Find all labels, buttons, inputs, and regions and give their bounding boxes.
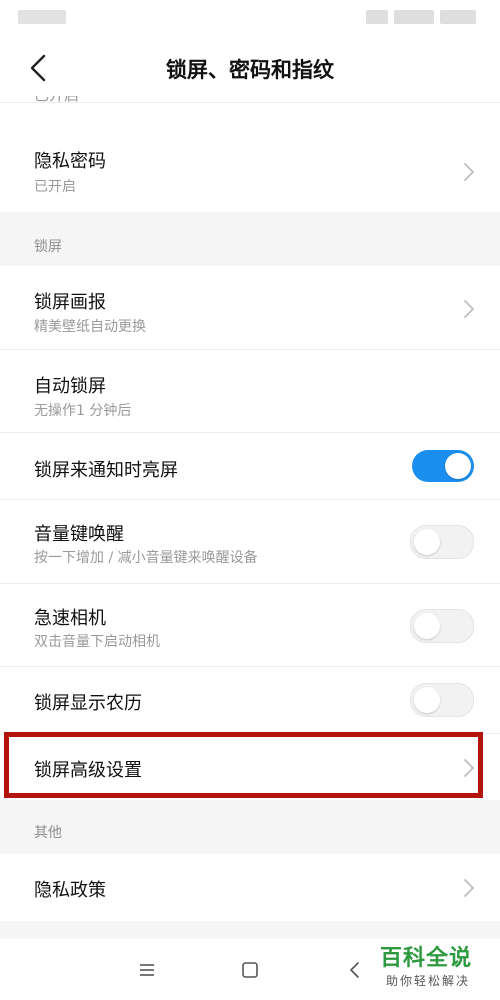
row-title: 隐私密码 [34,151,106,172]
row-privacy-policy[interactable]: 隐私政策 [0,854,500,921]
section-label: 其他 [34,825,62,841]
home-icon [242,962,258,978]
row-privacy-password[interactable]: 隐私密码 已开启 [0,103,500,212]
row-subtitle: 已开启 [34,179,76,195]
chevron-right-icon [462,298,476,320]
back-nav-button[interactable] [342,957,368,983]
row-title: 隐私政策 [34,880,106,901]
chevron-right-icon [462,877,476,899]
row-title: 急速相机 [34,608,106,629]
bottom-spacer [0,921,500,939]
back-icon [350,962,359,978]
status-bar [0,0,500,32]
highlight-annotation-box [4,732,483,798]
title-bar: 锁屏、密码和指纹 [0,32,500,102]
home-nav-button[interactable] [237,957,263,983]
row-title: 锁屏画报 [34,292,106,313]
wake-on-notification-toggle[interactable] [412,450,474,482]
menu-icon [140,964,154,976]
row-volume-key-wake[interactable]: 音量键唤醒 按一下增加 / 减小音量键来唤醒设备 [0,500,500,583]
row-quick-camera[interactable]: 急速相机 双击音量下启动相机 [0,584,500,666]
row-auto-lock[interactable]: 自动锁屏 无操作1 分钟后 [0,350,500,432]
menu-nav-button[interactable] [134,957,160,983]
watermark-main-text: 百科全说 [380,946,473,971]
row-title: 自动锁屏 [34,376,106,397]
page-title: 锁屏、密码和指纹 [166,58,334,82]
section-header-other: 其他 [0,800,500,854]
volume-key-wake-toggle[interactable] [410,525,474,559]
section-label: 锁屏 [34,239,62,255]
watermark-logo: 百科全说 助你轻松解决 [376,940,494,996]
watermark-sub-text: 助你轻松解决 [386,974,471,988]
row-lunar-calendar[interactable]: 锁屏显示农历 [0,667,500,733]
status-bar-left [18,10,66,24]
row-subtitle: 无操作1 分钟后 [34,403,132,419]
lunar-calendar-toggle[interactable] [410,683,474,717]
row-title: 音量键唤醒 [34,524,124,545]
chevron-right-icon [462,161,476,183]
row-subtitle: 双击音量下启动相机 [34,634,160,650]
section-header-lockscreen: 锁屏 [0,212,500,266]
row-title: 锁屏来通知时亮屏 [34,460,178,481]
quick-camera-toggle[interactable] [410,609,474,643]
status-bar-right [366,10,476,24]
row-lockscreen-wallpaper[interactable]: 锁屏画报 精美壁纸自动更换 [0,266,500,349]
row-subtitle: 按一下增加 / 减小音量键来唤醒设备 [34,550,258,566]
row-title: 锁屏显示农历 [34,693,142,714]
row-wake-on-notification[interactable]: 锁屏来通知时亮屏 [0,433,500,499]
row-subtitle: 精美壁纸自动更换 [34,319,146,335]
